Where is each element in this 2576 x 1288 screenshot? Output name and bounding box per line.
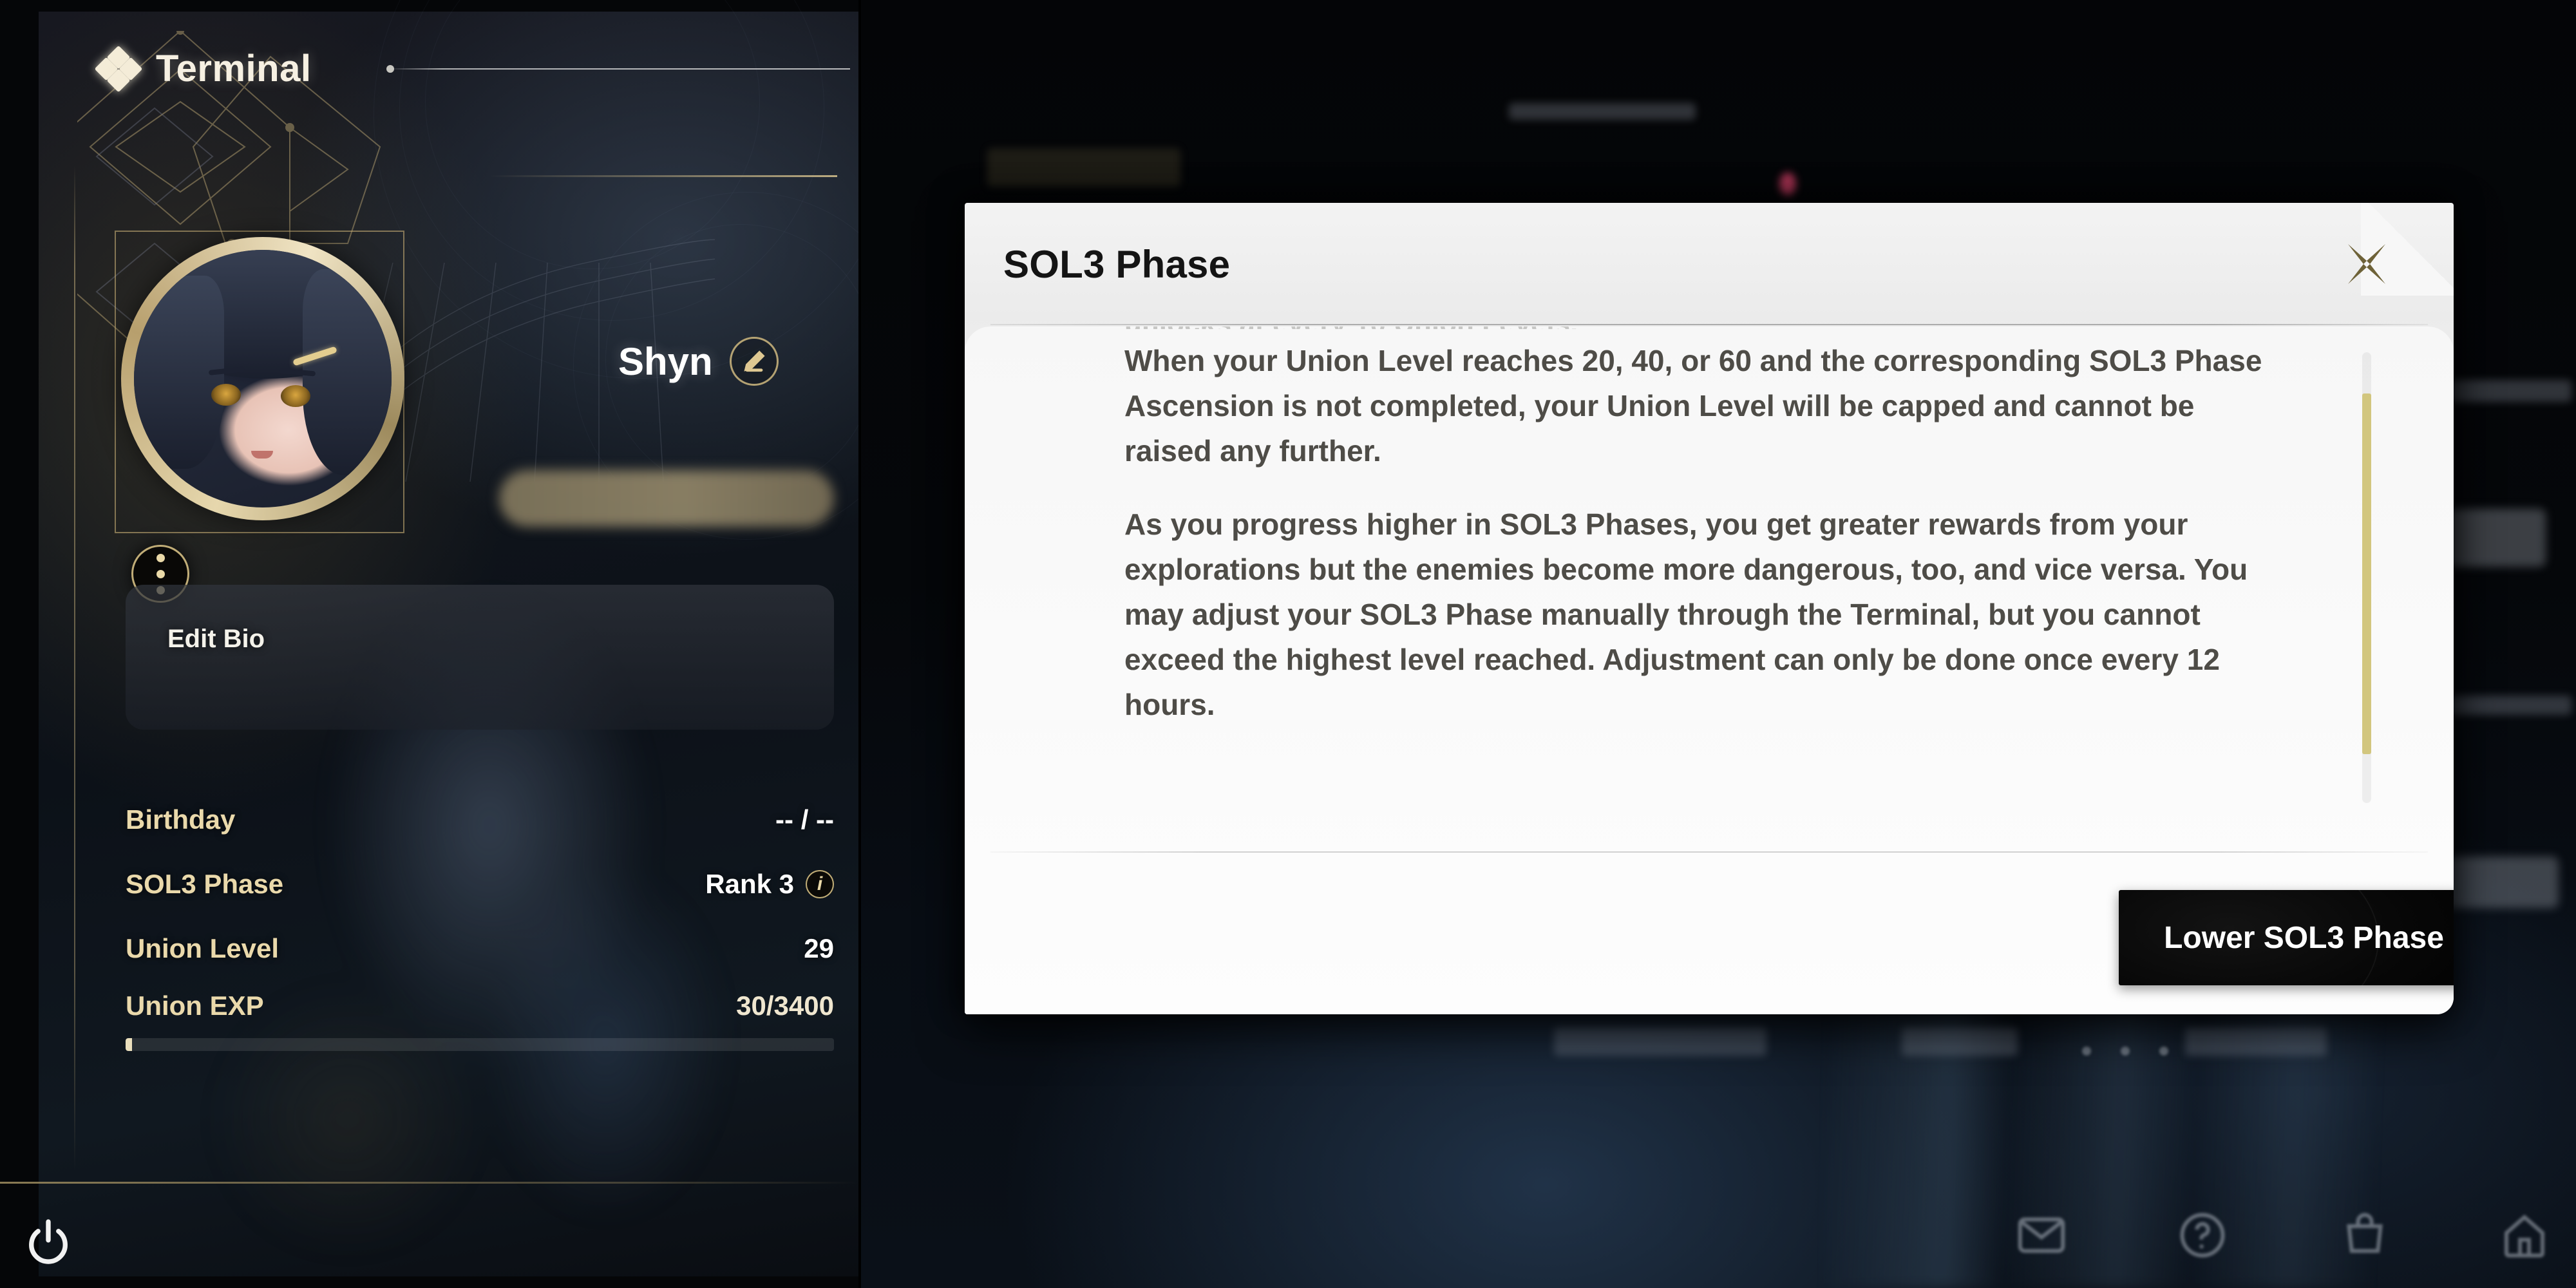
edit-bio-button[interactable]: Edit Bio <box>126 585 834 730</box>
footer-divider <box>0 1182 858 1184</box>
pencil-edit-icon[interactable] <box>729 337 779 386</box>
lower-sol3-phase-label: Lower SOL3 Phase <box>2164 920 2444 955</box>
dialog-footer-divider <box>990 851 2428 853</box>
dialog-scroll-content: unlocks at every 10 Union Levels. When y… <box>1124 327 2406 727</box>
avatar-portrait <box>134 250 392 507</box>
page-dot[interactable] <box>2121 1046 2130 1056</box>
background-blur-text <box>2185 1027 2327 1056</box>
player-name-row: Shyn <box>618 337 779 386</box>
bottom-navigation-bar <box>858 1185 2576 1288</box>
three-dots-vertical-icon <box>156 553 165 562</box>
avatar[interactable] <box>115 231 412 603</box>
union-exp-block: Union EXP 30/3400 <box>126 990 834 1051</box>
union-exp-header: Union EXP 30/3400 <box>126 990 834 1021</box>
player-name: Shyn <box>618 339 713 383</box>
dialog-header: SOL3 Phase <box>965 203 2454 325</box>
stat-label: Union Level <box>126 933 279 963</box>
info-icon[interactable]: i <box>806 870 834 898</box>
edit-bio-label: Edit Bio <box>167 625 265 653</box>
union-exp-progress-track <box>126 1038 834 1051</box>
union-exp-value: 30/3400 <box>736 990 834 1021</box>
scrolled-off-text: unlocks at every 10 Union Levels. <box>1124 327 2406 329</box>
home-icon[interactable] <box>2497 1208 2552 1262</box>
decor-name-underline <box>489 175 837 177</box>
dialog-paragraph: When your Union Level reaches 20, 40, or… <box>1124 344 2262 468</box>
decor-header-rule <box>386 68 850 70</box>
power-icon[interactable] <box>19 1214 77 1272</box>
player-stats-list: Birthday -- / -- SOL3 Phase Rank 3 i Uni… <box>126 788 834 981</box>
union-exp-label: Union EXP <box>126 990 264 1021</box>
stat-row-union-level: Union Level 29 <box>126 916 834 981</box>
background-blur-text <box>1509 103 1696 120</box>
terminal-left-panel: Terminal Shyn Edit Bio Birthday -- / -- … <box>0 0 858 1288</box>
stat-row-sol3-phase: SOL3 Phase Rank 3 i <box>126 852 834 916</box>
stat-label: SOL3 Phase <box>126 869 284 899</box>
background-accent-dot <box>1779 173 1796 196</box>
page-dot[interactable] <box>2159 1046 2168 1056</box>
stat-value: -- / -- <box>775 804 834 835</box>
dialog-scrollbar-track[interactable] <box>2362 352 2371 803</box>
union-exp-progress-fill <box>126 1038 132 1051</box>
stat-value: Rank 3 <box>705 869 794 899</box>
close-x-icon[interactable] <box>2331 229 2402 299</box>
help-circle-icon[interactable] <box>2175 1208 2230 1262</box>
avatar-eye <box>211 384 241 406</box>
lower-sol3-phase-button[interactable]: Lower SOL3 Phase <box>2119 890 2454 985</box>
stat-value: 29 <box>804 933 834 963</box>
terminal-panel-surface: Terminal Shyn Edit Bio Birthday -- / -- … <box>39 0 858 1276</box>
dialog-title: SOL3 Phase <box>1003 242 1231 286</box>
avatar-eye <box>281 385 310 407</box>
page-title: Terminal <box>156 48 312 90</box>
background-blur-text <box>987 148 1180 187</box>
stat-label: Birthday <box>126 804 236 835</box>
page-indicator-dots[interactable] <box>2082 1046 2168 1056</box>
terminal-header: Terminal <box>94 45 312 92</box>
panel-divider <box>858 0 861 1288</box>
player-uid-blurred <box>499 470 834 527</box>
dialog-body: unlocks at every 10 Union Levels. When y… <box>965 327 2454 1014</box>
avatar-mouth <box>251 451 273 459</box>
dialog-scrollbar-thumb[interactable] <box>2362 393 2371 754</box>
dialog-header-divider <box>990 324 2428 325</box>
sol3-phase-dialog: SOL3 Phase unlocks at every 10 Union Lev… <box>965 203 2454 1014</box>
decor-vertical-line <box>74 166 75 1171</box>
diamond-cluster-icon <box>94 45 143 92</box>
mail-icon[interactable] <box>2014 1208 2069 1262</box>
app-root: Terminal Shyn Edit Bio Birthday -- / -- … <box>0 0 2576 1288</box>
page-dot[interactable] <box>2082 1046 2091 1056</box>
stat-row-birthday: Birthday -- / -- <box>126 788 834 852</box>
bag-icon[interactable] <box>2338 1208 2392 1262</box>
background-blur-text <box>1554 1027 1766 1056</box>
background-blur-text <box>1902 1027 2018 1056</box>
three-dots-vertical-icon <box>156 569 165 578</box>
dialog-scroll-region[interactable]: unlocks at every 10 Union Levels. When y… <box>1124 327 2406 835</box>
dialog-paragraph: As you progress higher in SOL3 Phases, y… <box>1124 507 2248 721</box>
stat-value-wrap: Rank 3 i <box>705 869 834 900</box>
